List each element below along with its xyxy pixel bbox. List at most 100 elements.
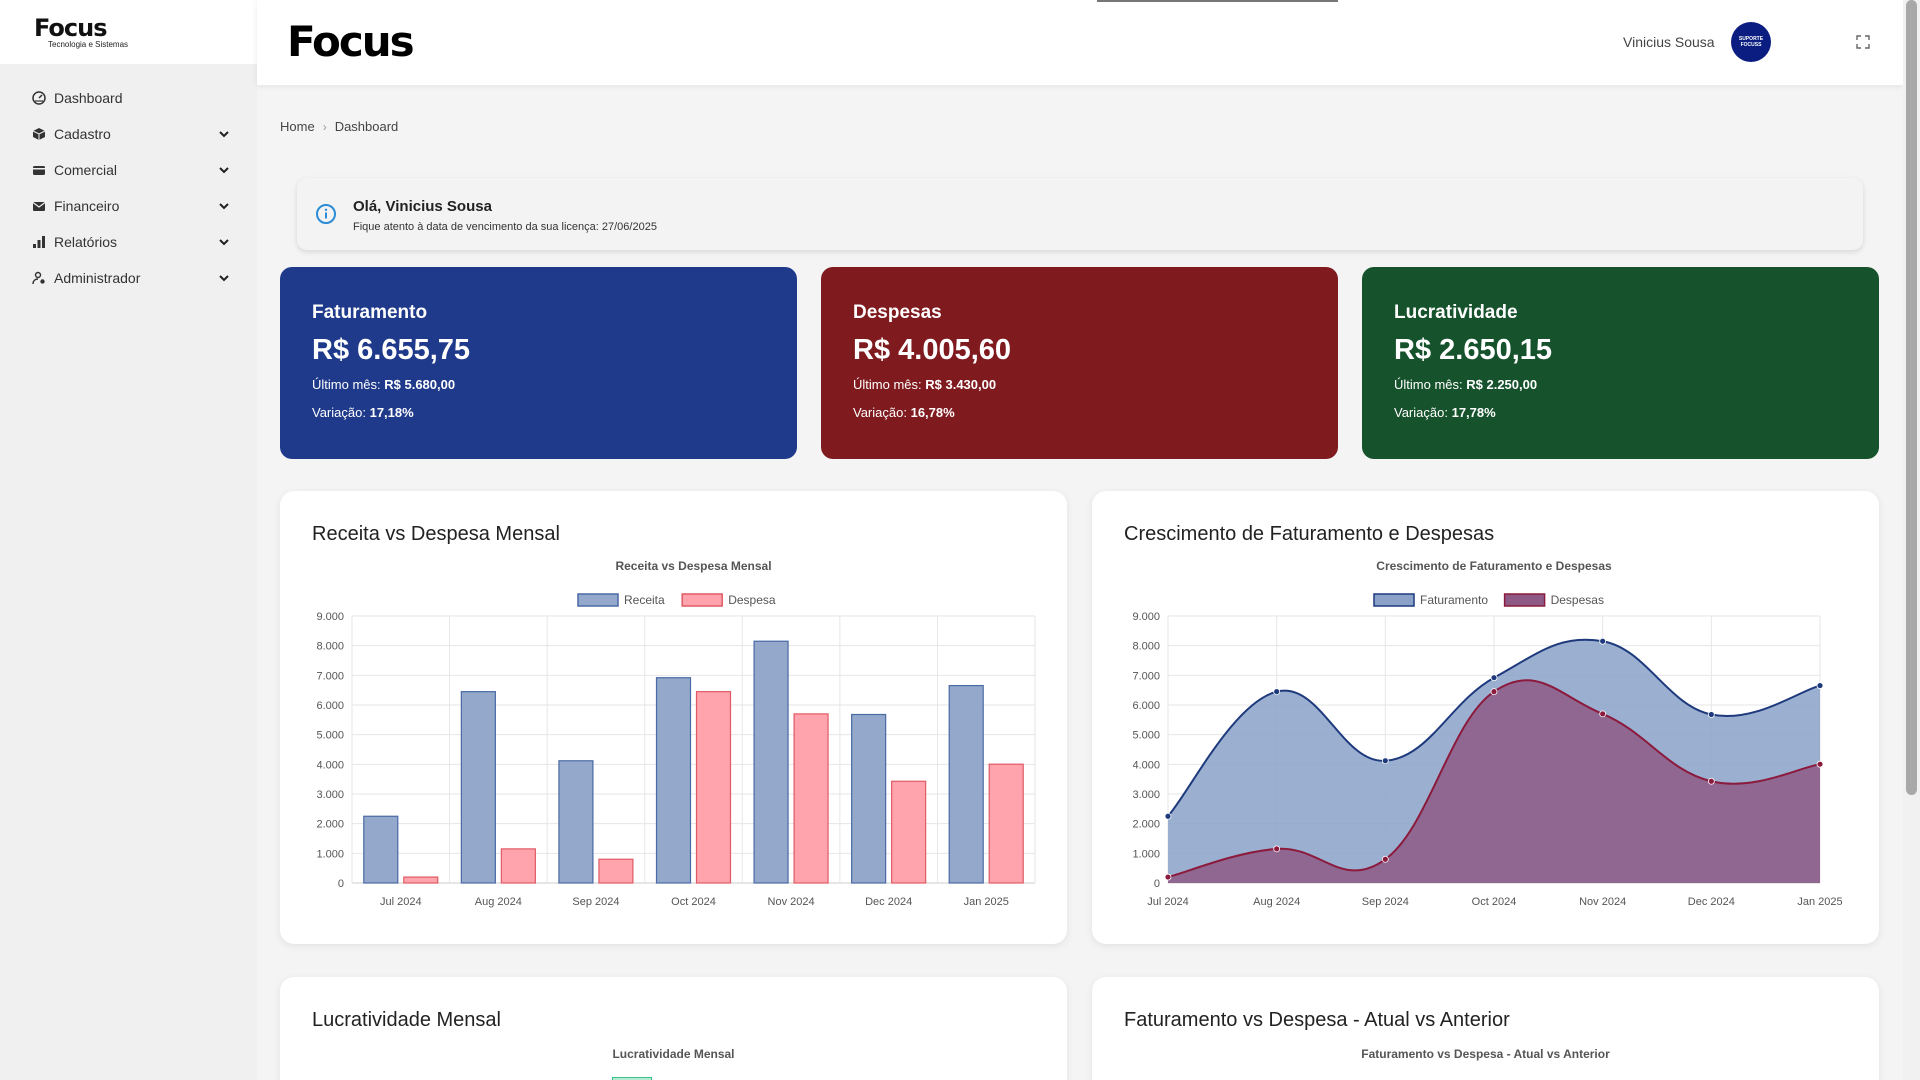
chevron-down-icon[interactable] — [217, 163, 231, 177]
x-tick-label: Nov 2024 — [1579, 896, 1626, 908]
y-tick-label: 3.000 — [1132, 789, 1160, 801]
page-scrollbar[interactable] — [1903, 0, 1920, 1080]
kpi-value: R$ 4.005,60 — [853, 334, 1012, 366]
chevron-down-icon[interactable] — [217, 271, 231, 285]
user-name[interactable]: Vinicius Sousa — [1623, 34, 1715, 50]
sidebar-item-financeiro[interactable]: Financeiro — [0, 188, 257, 224]
breadcrumb-separator-icon: › — [322, 119, 327, 134]
sidebar-item-comercial[interactable]: Comercial — [0, 152, 257, 188]
legend-swatch — [681, 593, 723, 607]
y-tick-label: 7.000 — [1132, 670, 1160, 682]
x-tick-label: Oct 2024 — [1472, 896, 1517, 908]
sidebar-item-administrador[interactable]: Administrador — [0, 260, 257, 296]
data-point-despesas — [1273, 845, 1281, 853]
kpi-var-value: 16,78% — [910, 405, 955, 420]
loading-bar — [1097, 0, 1338, 2]
breadcrumb: Home › Dashboard — [280, 119, 398, 134]
bar-receita — [851, 713, 887, 884]
data-point-faturamento — [1273, 688, 1281, 696]
kpi-title: Faturamento — [312, 302, 428, 323]
sidebar-menu: Dashboard Cadastro Comercial Financeiro — [0, 80, 257, 296]
chart-title: Receita vs Despesa Mensal — [615, 559, 771, 573]
sidebar-logo[interactable]: Focus Tecnologia e Sistemas — [0, 0, 257, 64]
kpi-value: R$ 6.655,75 — [312, 334, 471, 366]
area-chart-card: Crescimento de Faturamento e Despesas Cr… — [1092, 491, 1879, 944]
data-point-despesas — [1816, 760, 1824, 768]
scrollbar-thumb[interactable] — [1906, 0, 1917, 795]
breadcrumb-current: Dashboard — [334, 119, 399, 134]
sidebar-item-label: Financeiro — [54, 198, 120, 214]
sidebar-item-relatorios[interactable]: Relatórios — [0, 224, 257, 260]
chevron-down-icon[interactable] — [217, 127, 231, 141]
avatar[interactable]: SUPORTE FOCUSS — [1731, 22, 1771, 62]
card-title: Lucratividade Mensal — [312, 1009, 501, 1031]
fullscreen-icon[interactable] — [1856, 35, 1870, 49]
kpi-variation: Variação: 17,78% — [1394, 405, 1847, 420]
top-header: Focus Vinicius Sousa SUPORTE FOCUSS — [257, 0, 1903, 85]
license-alert: Olá, Vinicius Sousa Fique atento à data … — [297, 178, 1863, 250]
kpi-card-faturamento: Faturamento R$ 6.655,75 Último mês: R$ 5… — [280, 267, 797, 459]
header-logo[interactable]: Focus — [287, 20, 415, 64]
kpi-title: Despesas — [853, 302, 942, 323]
comparison-chart-card: Faturamento vs Despesa - Atual vs Anteri… — [1092, 977, 1879, 1080]
kpi-card-lucratividade: Lucratividade R$ 2.650,15 Último mês: R$… — [1362, 267, 1879, 459]
kpi-last-label: Último mês: — [312, 377, 381, 392]
data-point-despesas — [1381, 855, 1389, 863]
bar-receita — [753, 640, 789, 884]
chevron-down-icon[interactable] — [217, 199, 231, 213]
area-chart: Crescimento de Faturamento e Despesas Fat… — [1132, 559, 1842, 908]
bar-despesa — [500, 848, 536, 884]
sidebar-item-dashboard[interactable]: Dashboard — [0, 80, 257, 116]
kpi-last-month: Último mês: R$ 3.430,00 — [853, 377, 1306, 392]
bar-receita — [558, 760, 594, 884]
data-point-faturamento — [1707, 711, 1715, 718]
kpi-last-month: Último mês: R$ 2.250,00 — [1394, 377, 1847, 392]
sidebar-item-label: Comercial — [54, 162, 118, 178]
legend-swatch — [1373, 593, 1415, 607]
data-point-faturamento — [1381, 757, 1389, 765]
x-tick-label: Sep 2024 — [1362, 896, 1409, 908]
y-tick-label: 4.000 — [1132, 759, 1160, 771]
kpi-last-label: Último mês: — [853, 377, 922, 392]
kpi-var-value: 17,18% — [369, 405, 414, 420]
kpi-variation: Variação: 16,78% — [853, 405, 1306, 420]
chart-title: Crescimento de Faturamento e Despesas — [1376, 559, 1612, 573]
sidebar-item-cadastro[interactable]: Cadastro — [0, 116, 257, 152]
kpi-last-month: Último mês: R$ 5.680,00 — [312, 377, 765, 392]
legend-label: Faturamento — [1420, 593, 1488, 607]
logo-text: Focus — [34, 13, 108, 42]
bar-receita — [948, 684, 984, 884]
legend-label: Receita — [624, 593, 665, 607]
data-point-despesas — [1707, 777, 1715, 785]
y-tick-label: 2.000 — [1132, 819, 1160, 831]
data-point-faturamento — [1816, 682, 1824, 689]
user-gear-icon — [32, 271, 46, 285]
alert-text: Fique atento à data de vencimento da sua… — [353, 221, 657, 233]
bar-despesa — [988, 763, 1024, 884]
dashboard-icon — [32, 91, 46, 105]
kpi-last-value: R$ 2.250,00 — [1466, 377, 1538, 392]
bar-despesa — [695, 691, 732, 884]
y-tick-label: 9.000 — [1132, 611, 1160, 623]
legend-label: Despesa — [728, 593, 776, 607]
x-tick-label: Jul 2024 — [1147, 896, 1189, 908]
y-tick-label: 3.000 — [316, 789, 344, 801]
y-tick-label: 7.000 — [316, 670, 344, 682]
kpi-value: R$ 2.650,15 — [1394, 334, 1553, 366]
box-icon — [32, 127, 46, 141]
chevron-down-icon[interactable] — [217, 235, 231, 249]
y-tick-label: 5.000 — [316, 730, 344, 742]
sidebar-item-label: Cadastro — [54, 126, 111, 142]
bar-receita — [363, 815, 399, 884]
breadcrumb-home[interactable]: Home — [280, 119, 315, 134]
info-icon — [316, 204, 336, 224]
chart-title: Lucratividade Mensal — [612, 1047, 735, 1061]
kpi-last-value: R$ 5.680,00 — [384, 377, 456, 392]
data-point-despesas — [1599, 710, 1607, 718]
x-tick-label: Aug 2024 — [475, 896, 522, 908]
bar-chart-icon — [32, 235, 46, 249]
data-point-faturamento — [1164, 812, 1172, 820]
bar-despesa — [891, 780, 927, 884]
data-point-despesas — [1490, 688, 1498, 696]
y-tick-label: 8.000 — [316, 641, 344, 653]
